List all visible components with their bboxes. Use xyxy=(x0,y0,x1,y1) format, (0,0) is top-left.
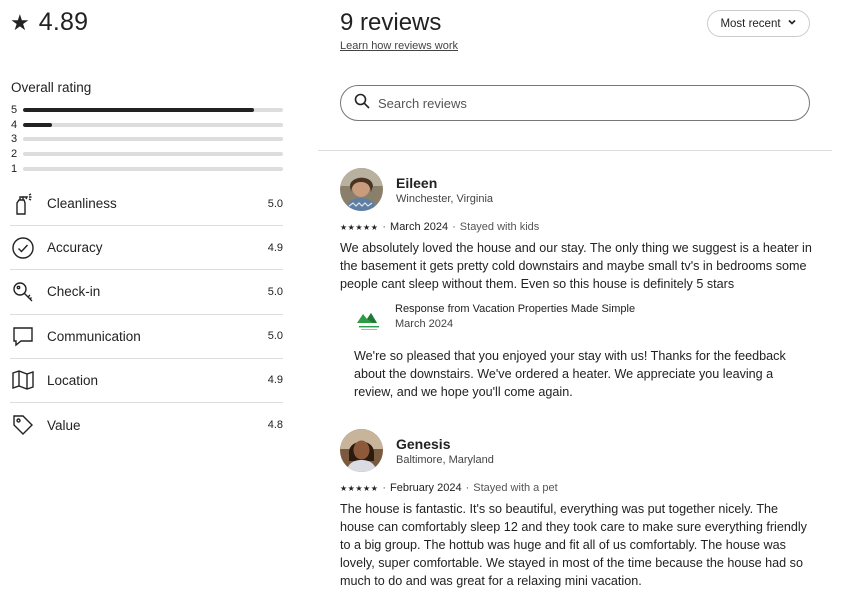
divider xyxy=(318,150,832,151)
overall-rating-label: Overall rating xyxy=(11,80,92,95)
distribution-row: 2 xyxy=(11,147,283,162)
distribution-bar xyxy=(23,166,283,171)
sort-label: Most recent xyxy=(720,17,781,30)
category-value: 4.9 xyxy=(267,241,283,254)
response-title: Response from Vacation Properties Made S… xyxy=(395,303,636,315)
tag-icon xyxy=(10,412,36,438)
reviewer-location: Baltimore, Maryland xyxy=(396,453,494,466)
distribution-row: 3 xyxy=(11,132,283,147)
reviews-title: 9 reviews xyxy=(340,9,442,36)
review-stay-type: Stayed with a pet xyxy=(473,482,558,494)
search-icon xyxy=(354,93,370,114)
distribution-row: 1 xyxy=(11,161,283,176)
learn-reviews-link[interactable]: Learn how reviews work xyxy=(340,40,458,52)
review-item: Eileen Winchester, Virginia ★★★★★ · Marc… xyxy=(340,168,815,401)
host-logo xyxy=(354,305,384,335)
category-accuracy: Accuracy 4.9 xyxy=(10,226,283,271)
reviewer-name: Eileen xyxy=(396,174,438,191)
category-value: 5.0 xyxy=(267,285,283,298)
distribution-bar-fill xyxy=(23,122,52,127)
distribution-star-label: 4 xyxy=(11,118,18,131)
response-date: March 2024 xyxy=(395,318,454,330)
category-label: Value xyxy=(47,417,81,433)
review-stay-type: Stayed with kids xyxy=(459,221,540,233)
review-date: March 2024 xyxy=(390,221,449,233)
distribution-star-label: 5 xyxy=(11,104,18,117)
distribution-star-label: 3 xyxy=(11,133,18,146)
distribution-bar xyxy=(23,152,283,157)
overall-score-value: 4.89 xyxy=(38,8,89,36)
category-value: 4.9 xyxy=(267,374,283,387)
overall-score: ★ 4.89 xyxy=(10,8,88,37)
category-label: Accuracy xyxy=(47,240,103,256)
review-meta: ★★★★★ · March 2024 · Stayed with kids xyxy=(340,221,540,233)
reviewer-location: Winchester, Virginia xyxy=(396,192,494,205)
review-stars: ★★★★★ xyxy=(340,222,379,232)
host-response: Response from Vacation Properties Made S… xyxy=(340,303,815,401)
distribution-star-label: 2 xyxy=(11,148,18,161)
sort-dropdown[interactable]: Most recent xyxy=(707,10,810,37)
distribution-star-label: 1 xyxy=(11,162,18,175)
category-value: 5.0 xyxy=(267,197,283,210)
chat-bubble-icon xyxy=(10,323,36,349)
category-cleanliness: Cleanliness 5.0 xyxy=(10,182,283,227)
distribution-bar xyxy=(23,108,283,113)
spray-bottle-icon xyxy=(10,191,36,217)
distribution-bar-fill xyxy=(23,108,255,113)
distribution-bar xyxy=(23,122,283,127)
avatar[interactable] xyxy=(340,429,383,472)
review-item: Genesis Baltimore, Maryland ★★★★★ · Febr… xyxy=(340,429,815,590)
chevron-down-icon xyxy=(787,17,797,30)
category-value-rating: Value 4.8 xyxy=(10,403,283,447)
category-label: Check-in xyxy=(47,284,101,300)
category-label: Communication xyxy=(47,328,141,344)
category-label: Location xyxy=(47,372,99,388)
rating-distribution: 5 4 3 2 1 xyxy=(11,103,283,176)
search-input[interactable] xyxy=(378,95,778,111)
category-location: Location 4.9 xyxy=(10,359,283,403)
map-icon xyxy=(10,367,36,393)
key-icon xyxy=(10,279,36,305)
avatar[interactable] xyxy=(340,168,383,211)
review-meta: ★★★★★ · February 2024 · Stayed with a pe… xyxy=(340,482,558,494)
category-ratings: Cleanliness 5.0 Accuracy 4.9 Check-in 5.… xyxy=(10,182,283,447)
category-value: 5.0 xyxy=(267,330,283,343)
category-check-in: Check-in 5.0 xyxy=(10,270,283,315)
distribution-row: 4 xyxy=(11,118,283,133)
category-label: Cleanliness xyxy=(47,196,117,212)
review-date: February 2024 xyxy=(390,482,462,494)
review-text: We absolutely loved the house and our st… xyxy=(340,241,812,291)
distribution-row: 5 xyxy=(11,103,283,118)
distribution-bar xyxy=(23,137,283,142)
reviewer-name: Genesis xyxy=(396,435,451,452)
search-reviews-box[interactable] xyxy=(340,85,810,121)
response-text: We're so pleased that you enjoyed your s… xyxy=(354,349,786,399)
review-text: The house is fantastic. It's so beautifu… xyxy=(340,502,807,588)
category-communication: Communication 5.0 xyxy=(10,315,283,359)
category-value: 4.8 xyxy=(267,419,283,432)
review-stars: ★★★★★ xyxy=(340,483,379,493)
check-circle-icon xyxy=(10,235,36,261)
star-icon: ★ xyxy=(10,9,30,35)
